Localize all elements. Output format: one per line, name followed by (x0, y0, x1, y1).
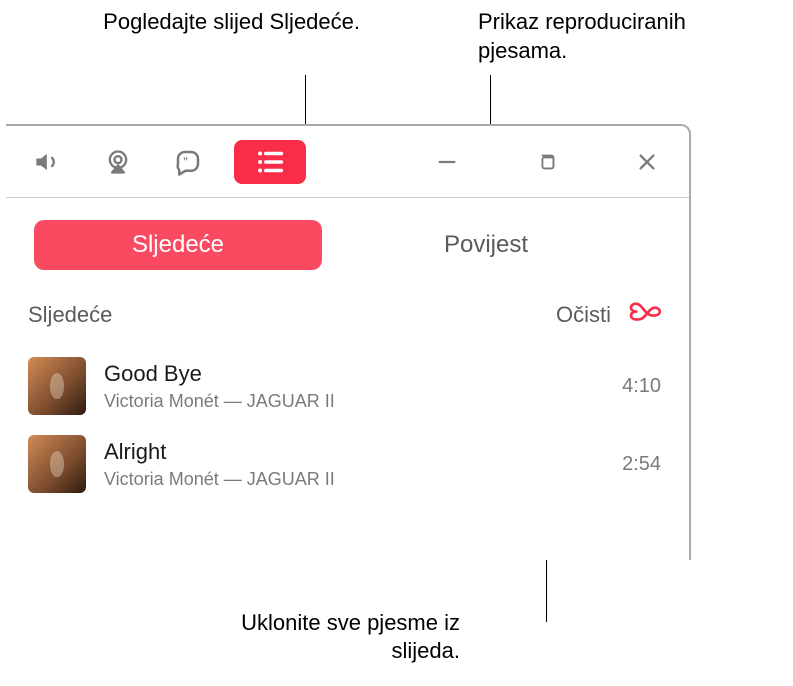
svg-text:”: ” (183, 156, 188, 167)
track-row[interactable]: Good Bye Victoria Monét — JAGUAR II 4:10 (6, 347, 689, 425)
track-subtitle: Victoria Monét — JAGUAR II (104, 469, 610, 490)
track-row[interactable]: Alright Victoria Monét — JAGUAR II 2:54 (6, 425, 689, 503)
queue-tabs: Sljedeće Povijest (6, 198, 689, 292)
album-artwork (28, 357, 86, 415)
queue-button[interactable] (234, 140, 306, 184)
track-title: Good Bye (104, 361, 610, 387)
titlebar: ” (6, 126, 689, 198)
playing-next-panel: ” Sljedeće Povijest Sljedeće Očisti (6, 124, 691, 560)
tab-next[interactable]: Sljedeće (34, 220, 322, 270)
annotation-queue: Pogledajte slijed Sljedeće. (100, 8, 360, 37)
annotation-history: Prikaz reproduciranih pjesama. (478, 8, 778, 65)
tab-history[interactable]: Povijest (342, 231, 630, 259)
album-artwork (28, 435, 86, 493)
track-title: Alright (104, 439, 610, 465)
track-list: Good Bye Victoria Monét — JAGUAR II 4:10… (6, 341, 689, 503)
titlebar-left: ” (24, 140, 306, 184)
airplay-icon[interactable] (94, 144, 142, 180)
annotation-clear: Uklonite sve pjesme iz slijeda. (190, 609, 460, 666)
track-duration: 4:10 (622, 375, 661, 398)
track-duration: 2:54 (622, 453, 661, 476)
track-info: Alright Victoria Monét — JAGUAR II (104, 439, 610, 490)
restore-icon[interactable] (523, 144, 571, 180)
autoplay-toggle[interactable] (627, 300, 661, 329)
clear-button[interactable]: Očisti (556, 302, 611, 328)
titlebar-right (423, 144, 671, 180)
volume-icon[interactable] (24, 144, 72, 180)
lyrics-icon[interactable]: ” (164, 144, 212, 180)
section-title: Sljedeće (28, 302, 556, 328)
minimize-icon[interactable] (423, 144, 471, 180)
leader-line (305, 75, 306, 125)
track-info: Good Bye Victoria Monét — JAGUAR II (104, 361, 610, 412)
close-icon[interactable] (623, 144, 671, 180)
section-header: Sljedeće Očisti (6, 292, 689, 341)
track-subtitle: Victoria Monét — JAGUAR II (104, 391, 610, 412)
